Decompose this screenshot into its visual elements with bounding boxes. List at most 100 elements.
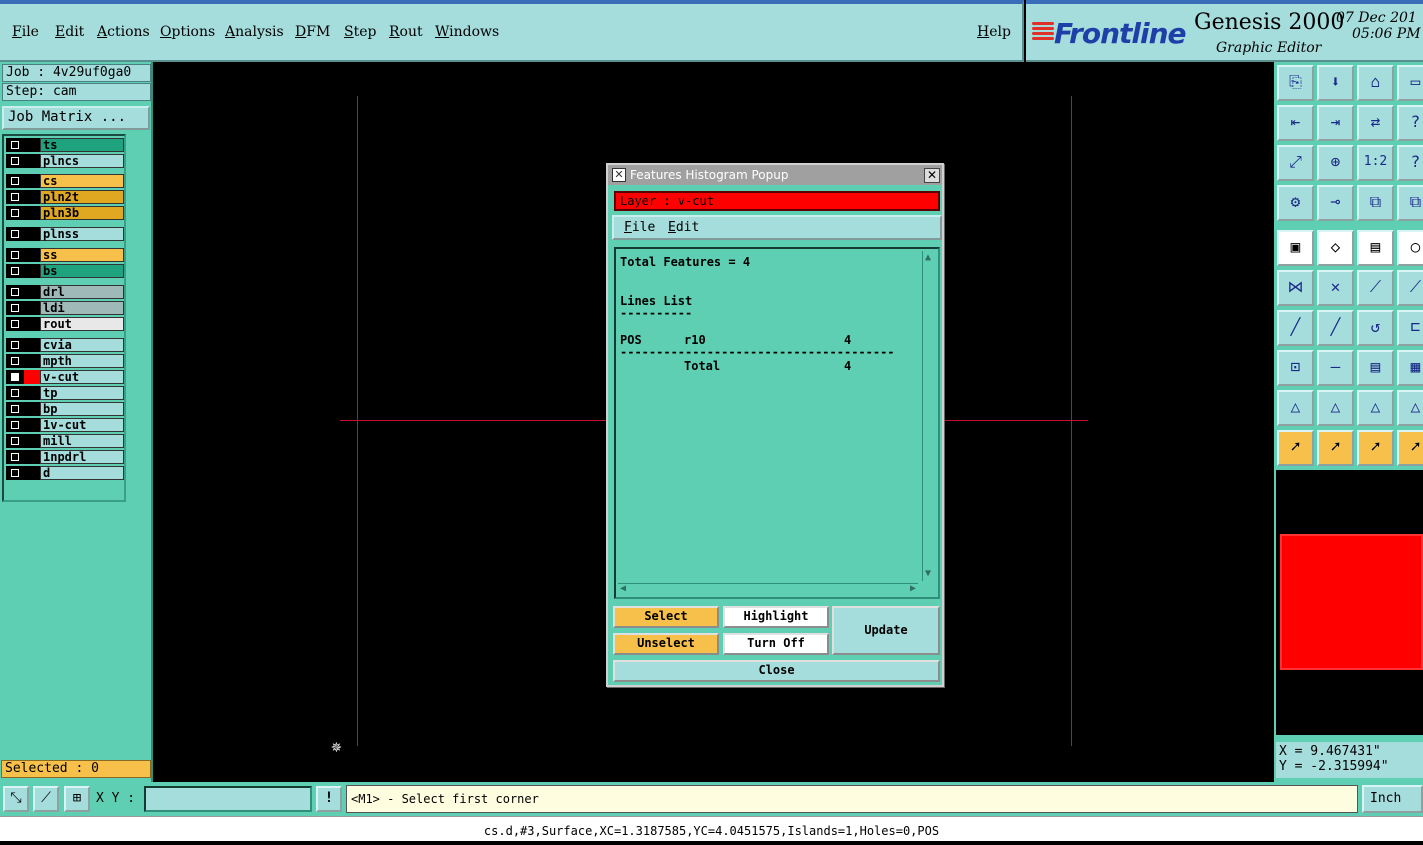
menu-actions[interactable]: Actions <box>97 24 150 40</box>
measure-icon[interactable]: ⟋ <box>33 786 59 812</box>
layer-color-swatch[interactable] <box>24 190 40 204</box>
layer-name[interactable]: bs <box>40 264 124 278</box>
vertical-scrollbar[interactable]: ▲ ▼ <box>922 251 936 581</box>
layer-checkbox[interactable] <box>6 418 24 432</box>
layer-row[interactable]: pln3b <box>6 206 124 220</box>
layer-row[interactable]: rout <box>6 317 124 331</box>
layer-row[interactable]: mill <box>6 434 124 448</box>
layer-checkbox[interactable] <box>6 190 24 204</box>
triangle-icon[interactable]: △ <box>1397 390 1423 426</box>
layer-name[interactable]: v-cut <box>40 370 124 384</box>
layer-name[interactable]: cvia <box>40 338 124 352</box>
layer-checkbox[interactable] <box>6 138 24 152</box>
pointer-icon[interactable]: ➚ <box>1397 430 1423 466</box>
zoom-in-icon[interactable]: ⊕ <box>1317 145 1354 181</box>
layer-name[interactable]: bp <box>40 402 124 416</box>
circle-icon[interactable]: ○ <box>1397 230 1423 266</box>
layer-color-swatch[interactable] <box>24 138 40 152</box>
scroll-right-icon[interactable]: ▶ <box>910 584 916 594</box>
triangle-icon[interactable]: △ <box>1277 390 1314 426</box>
layer-color-swatch[interactable] <box>24 434 40 448</box>
slash-icon[interactable]: ╱ <box>1277 310 1314 346</box>
layer-checkbox[interactable] <box>6 386 24 400</box>
layer-name[interactable]: ldi <box>40 301 124 315</box>
zoom-fit-icon[interactable]: ⤢ <box>1277 145 1314 181</box>
window-menu-icon[interactable]: ✕ <box>612 168 626 182</box>
layer-name[interactable]: plnss <box>40 227 124 241</box>
menu-dfm[interactable]: DFM <box>295 24 330 40</box>
layer-name[interactable]: ss <box>40 248 124 262</box>
layer-checkbox[interactable] <box>6 402 24 416</box>
popup-menu-file[interactable]: File <box>624 220 655 235</box>
layer-name[interactable]: tp <box>40 386 124 400</box>
component-icon[interactable]: ⧉ <box>1357 185 1394 221</box>
warning-icon[interactable]: ! <box>316 786 342 812</box>
layer-color-swatch[interactable] <box>24 402 40 416</box>
menu-analysis[interactable]: Analysis <box>225 24 284 40</box>
layer-checkbox[interactable] <box>6 285 24 299</box>
highlight-button[interactable]: Highlight <box>723 606 829 628</box>
layer-checkbox[interactable] <box>6 354 24 368</box>
scale-1-2-button[interactable]: 1:2 <box>1357 145 1394 181</box>
popup-menu-edit[interactable]: Edit <box>668 220 699 235</box>
probe-icon[interactable]: ⊸ <box>1317 185 1354 221</box>
swap-icon[interactable]: ⇄ <box>1357 105 1394 141</box>
layer-color-swatch[interactable] <box>24 174 40 188</box>
close-button[interactable]: Close <box>613 660 940 682</box>
pointer-icon[interactable]: ➚ <box>1317 430 1354 466</box>
board-preview[interactable] <box>1276 470 1423 735</box>
layer-color-swatch[interactable] <box>24 370 40 384</box>
menu-step[interactable]: Step <box>344 24 376 40</box>
menu-edit[interactable]: Edit <box>55 24 84 40</box>
unknown-icon[interactable]: ? <box>1397 105 1423 141</box>
scroll-down-icon[interactable]: ▼ <box>925 569 931 579</box>
ruler-icon[interactable]: ▤ <box>1357 230 1394 266</box>
layer-checkbox[interactable] <box>6 301 24 315</box>
menu-windows[interactable]: Windows <box>435 24 499 40</box>
layer-name[interactable]: pln3b <box>40 206 124 220</box>
histogram-text-area[interactable]: Total Features = 4 Lines List ----------… <box>614 247 940 599</box>
layer-row[interactable]: bp <box>6 402 124 416</box>
layer-color-swatch[interactable] <box>24 338 40 352</box>
layer-name[interactable]: mill <box>40 434 124 448</box>
layer-color-swatch[interactable] <box>24 154 40 168</box>
layer-checkbox[interactable] <box>6 466 24 480</box>
layer-color-swatch[interactable] <box>24 264 40 278</box>
layer-checkbox[interactable] <box>6 434 24 448</box>
export-icon[interactable]: ⇥ <box>1317 105 1354 141</box>
minus-icon[interactable]: — <box>1317 350 1354 386</box>
layer-name[interactable]: 1npdrl <box>40 450 124 464</box>
pointer-icon[interactable]: ➚ <box>1277 430 1314 466</box>
layer-checkbox[interactable] <box>6 248 24 262</box>
layer-color-swatch[interactable] <box>24 418 40 432</box>
horizontal-scrollbar[interactable]: ◀ ▶ <box>618 583 918 595</box>
layer-color-swatch[interactable] <box>24 248 40 262</box>
layer-row[interactable]: ldi <box>6 301 124 315</box>
layer-row[interactable]: drl <box>6 285 124 299</box>
layer-color-swatch[interactable] <box>24 285 40 299</box>
layer-color-swatch[interactable] <box>24 301 40 315</box>
layer-row[interactable]: mpth <box>6 354 124 368</box>
layer-row[interactable]: plncs <box>6 154 124 168</box>
shape-icon[interactable]: ◇ <box>1317 230 1354 266</box>
units-selector[interactable]: Inch <box>1362 785 1423 813</box>
ruler-icon[interactable]: ▤ <box>1357 350 1394 386</box>
help-icon[interactable]: ? <box>1397 145 1423 181</box>
layer-checkbox[interactable] <box>6 206 24 220</box>
line-icon[interactable]: ⟋ <box>1397 270 1423 306</box>
arc-icon[interactable]: ↺ <box>1357 310 1394 346</box>
layer-name[interactable]: cs <box>40 174 124 188</box>
layer-checkbox[interactable] <box>6 338 24 352</box>
triangle-icon[interactable]: △ <box>1357 390 1394 426</box>
layer-color-swatch[interactable] <box>24 386 40 400</box>
update-button[interactable]: Update <box>832 606 940 655</box>
layer-name[interactable]: drl <box>40 285 124 299</box>
layer-name[interactable]: rout <box>40 317 124 331</box>
cross-icon[interactable]: ✕ <box>1317 270 1354 306</box>
pointer-icon[interactable]: ➚ <box>1357 430 1394 466</box>
layer-name[interactable]: plncs <box>40 154 124 168</box>
layer-row[interactable]: ss <box>6 248 124 262</box>
layer-color-swatch[interactable] <box>24 227 40 241</box>
layer-checkbox[interactable] <box>6 450 24 464</box>
turn-off-button[interactable]: Turn Off <box>723 633 829 655</box>
